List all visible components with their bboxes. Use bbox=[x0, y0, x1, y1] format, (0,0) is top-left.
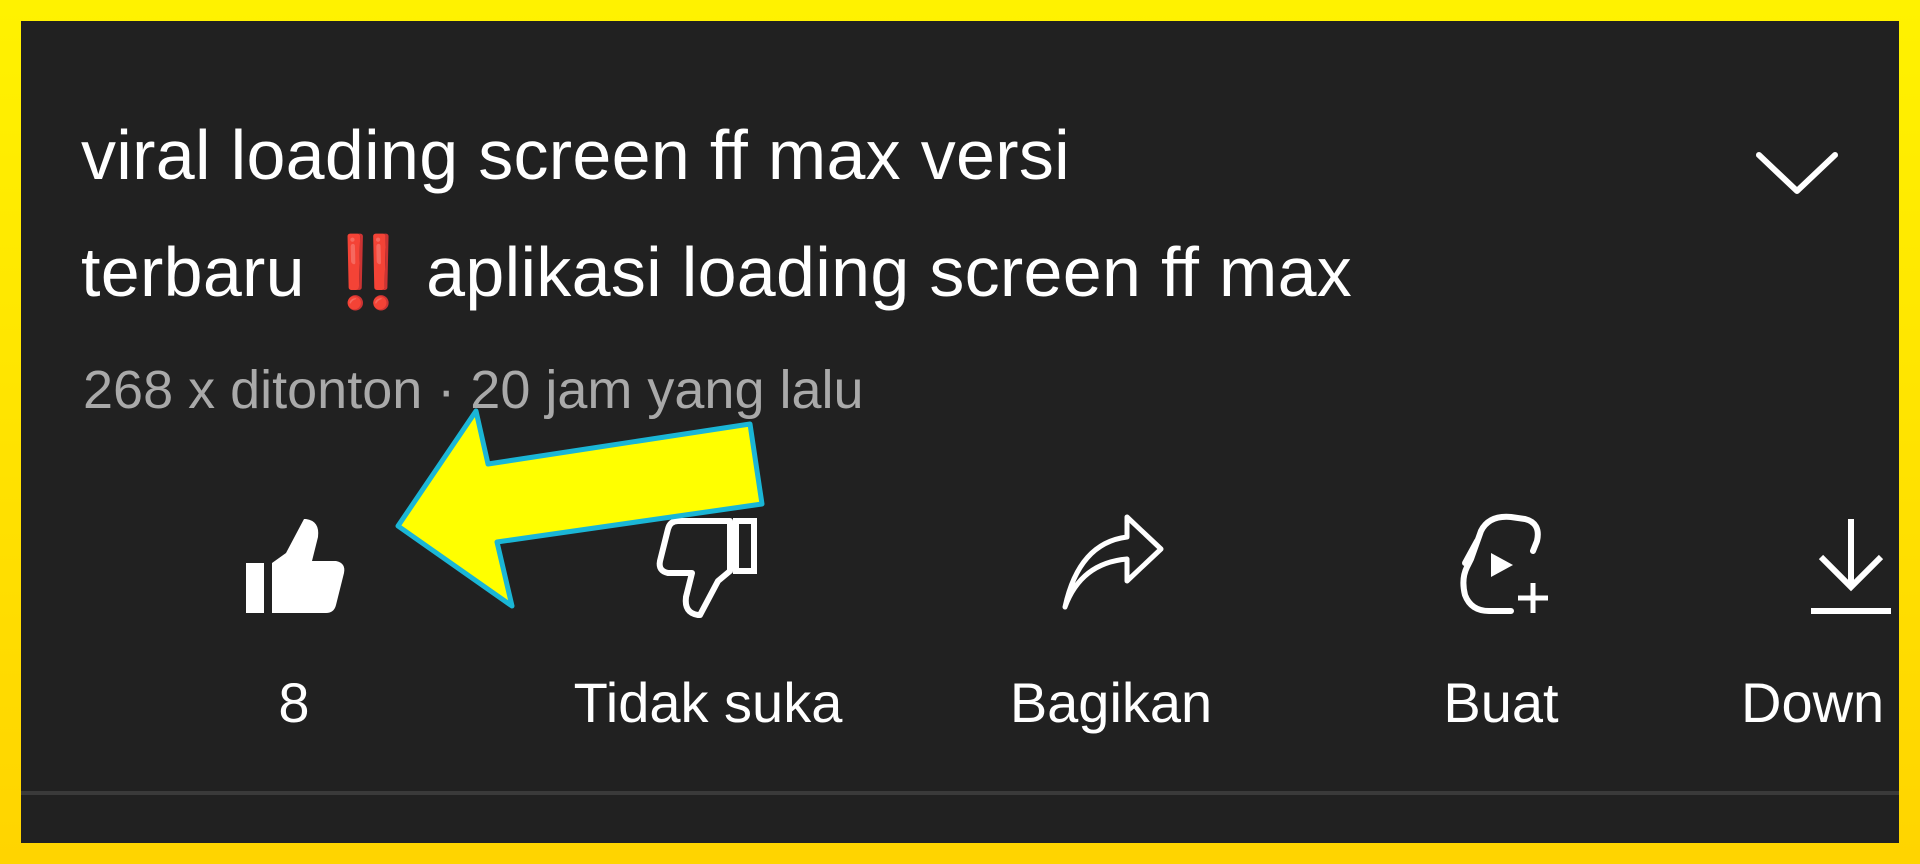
thumbs-down-icon bbox=[656, 518, 757, 618]
like-button[interactable]: 8 bbox=[174, 507, 414, 757]
create-button[interactable]: Buat bbox=[1341, 507, 1661, 757]
create-label: Buat bbox=[1443, 671, 1559, 734]
share-arrow-icon bbox=[1062, 514, 1164, 610]
divider bbox=[21, 791, 1899, 795]
thumbs-up-icon bbox=[246, 519, 345, 613]
title-rest: aplikasi loading screen ff max bbox=[426, 233, 1353, 311]
share-button[interactable]: Bagikan bbox=[931, 507, 1291, 757]
like-count: 8 bbox=[278, 671, 310, 734]
upload-age: 20 jam yang lalu bbox=[470, 360, 864, 420]
download-label: Down bbox=[1741, 671, 1885, 734]
double-exclamation-emoji: ‼️ bbox=[324, 233, 413, 311]
video-meta: 268 x ditonton · 20 jam yang lalu bbox=[83, 355, 864, 425]
title-line-1: viral loading screen ff max versi bbox=[81, 116, 1071, 194]
chevron-down-icon[interactable] bbox=[1737, 139, 1857, 209]
video-title[interactable]: viral loading screen ff max versi terbar… bbox=[81, 97, 1641, 331]
dislike-button[interactable]: Tidak suka bbox=[518, 507, 898, 757]
video-info-panel: viral loading screen ff max versi terbar… bbox=[21, 21, 1899, 843]
download-icon bbox=[1811, 519, 1891, 614]
view-count: 268 x ditonton bbox=[83, 360, 423, 420]
create-clip-icon bbox=[1460, 513, 1548, 614]
dislike-label: Tidak suka bbox=[573, 671, 843, 734]
download-button[interactable]: Down bbox=[1741, 507, 1899, 757]
share-label: Bagikan bbox=[1009, 671, 1213, 734]
title-word: terbaru bbox=[81, 233, 305, 311]
highlight-frame: viral loading screen ff max versi terbar… bbox=[0, 0, 1920, 864]
title-line-2: terbaru ‼️ aplikasi loading screen ff max bbox=[81, 214, 1641, 331]
meta-separator: · bbox=[437, 360, 456, 420]
